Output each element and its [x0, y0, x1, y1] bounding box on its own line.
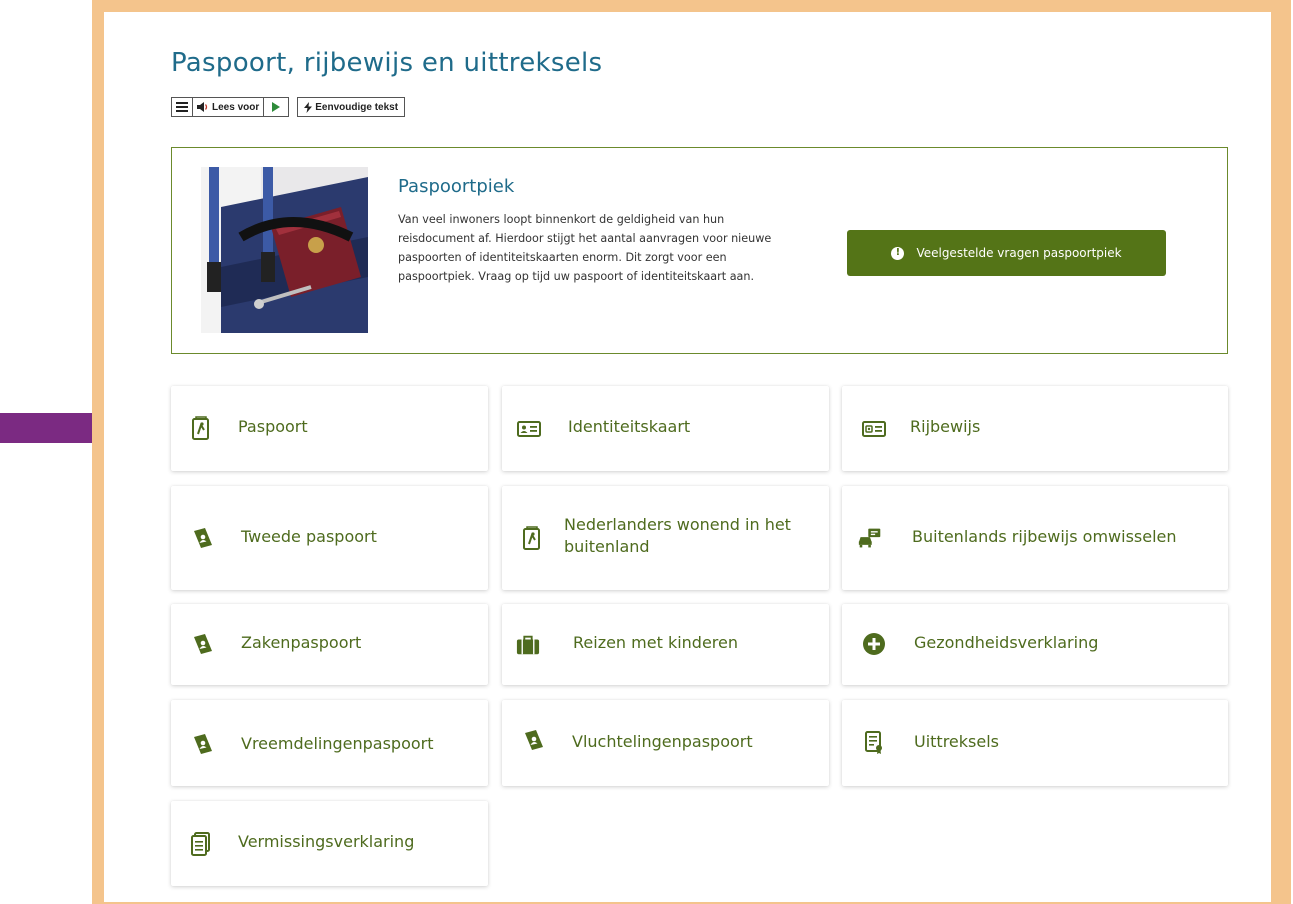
passport-book-icon	[191, 732, 215, 756]
driving-license-icon	[862, 417, 886, 441]
suitcase-icon	[516, 633, 540, 657]
banner-text: Van veel inwoners loopt binnenkort de ge…	[398, 213, 772, 283]
tile-reizen-met-kinderen[interactable]: Reizen met kinderen	[502, 604, 829, 685]
page-frame: Paspoort, rijbewijs en uittreksels Lees …	[92, 0, 1291, 904]
tile-label: Paspoort	[238, 417, 308, 436]
passport-book-icon	[191, 526, 215, 550]
simple-text-group: Eenvoudige tekst	[297, 97, 406, 117]
tile-label: Vreemdelingenpaspoort	[241, 734, 434, 753]
suitcase-passport-photo	[201, 167, 368, 333]
tile-tweede-paspoort[interactable]: Tweede paspoort	[171, 486, 488, 590]
tile-label: Identiteitskaart	[568, 417, 691, 436]
id-card-icon	[517, 417, 541, 441]
tile-label: Tweede paspoort	[241, 527, 377, 546]
hamburger-icon	[176, 102, 188, 112]
faq-passport-peak-button[interactable]: ! Veelgestelde vragen paspoortpiek	[847, 230, 1166, 276]
play-button[interactable]	[264, 98, 288, 116]
play-icon	[272, 102, 281, 112]
certificate-icon	[862, 731, 886, 755]
document-stack-icon	[189, 832, 213, 856]
passport-icon	[189, 416, 213, 440]
page-title: Paspoort, rijbewijs en uittreksels	[171, 48, 603, 78]
page-content: Paspoort, rijbewijs en uittreksels Lees …	[104, 12, 1271, 902]
tile-paspoort[interactable]: Paspoort	[171, 386, 488, 471]
tile-label: Gezondheidsverklaring	[914, 633, 1099, 652]
tile-zakenpaspoort[interactable]: Zakenpaspoort	[171, 604, 488, 685]
tile-rijbewijs[interactable]: Rijbewijs	[842, 386, 1228, 471]
simple-text-label: Eenvoudige tekst	[315, 101, 399, 113]
simple-text-button[interactable]: Eenvoudige tekst	[298, 98, 404, 116]
menu-button[interactable]	[172, 98, 193, 116]
banner-heading: Paspoortpiek	[398, 176, 515, 197]
tile-label: Uittreksels	[914, 732, 999, 751]
tile-buitenlands-rijbewijs[interactable]: Buitenlands rijbewijs omwisselen	[842, 486, 1228, 590]
read-aloud-group: Lees voor	[171, 97, 290, 117]
tile-nederlanders-buitenland[interactable]: Nederlanders wonend in het buitenland	[502, 486, 829, 590]
lightning-icon	[304, 101, 313, 113]
passport-peak-banner: Paspoortpiek Van veel inwoners loopt bin…	[171, 147, 1228, 354]
tile-uittreksels[interactable]: Uittreksels	[842, 700, 1228, 786]
read-aloud-label: Lees voor	[212, 101, 260, 113]
tile-label: Rijbewijs	[910, 417, 981, 436]
tile-label: Buitenlands rijbewijs omwisselen	[912, 527, 1177, 546]
tile-label: Nederlanders wonend in het buitenland	[564, 515, 791, 556]
read-aloud-button[interactable]: Lees voor	[193, 98, 265, 116]
passport-book-icon	[522, 728, 546, 752]
tile-vreemdelingenpaspoort[interactable]: Vreemdelingenpaspoort	[171, 700, 488, 786]
car-license-icon	[858, 526, 882, 550]
tile-identiteitskaart[interactable]: Identiteitskaart	[502, 386, 829, 471]
tile-label: Zakenpaspoort	[241, 633, 362, 652]
tile-label: Reizen met kinderen	[573, 633, 739, 652]
tile-vermissingsverklaring[interactable]: Vermissingsverklaring	[171, 801, 488, 886]
exclamation-icon: !	[891, 246, 905, 260]
tile-label: Vermissingsverklaring	[238, 832, 415, 851]
faq-button-label: Veelgestelde vragen paspoortpiek	[916, 246, 1122, 260]
tile-gezondheidsverklaring[interactable]: Gezondheidsverklaring	[842, 604, 1228, 685]
passport-icon	[520, 526, 544, 550]
tile-vluchtelingenpaspoort[interactable]: Vluchtelingenpaspoort	[502, 700, 829, 786]
accessibility-toolbar: Lees voor Eenvoudige tekst	[171, 97, 406, 117]
plus-circle-icon	[862, 632, 886, 656]
passport-book-icon	[191, 632, 215, 656]
speaker-icon	[197, 102, 208, 112]
tile-label: Vluchtelingenpaspoort	[572, 732, 753, 751]
